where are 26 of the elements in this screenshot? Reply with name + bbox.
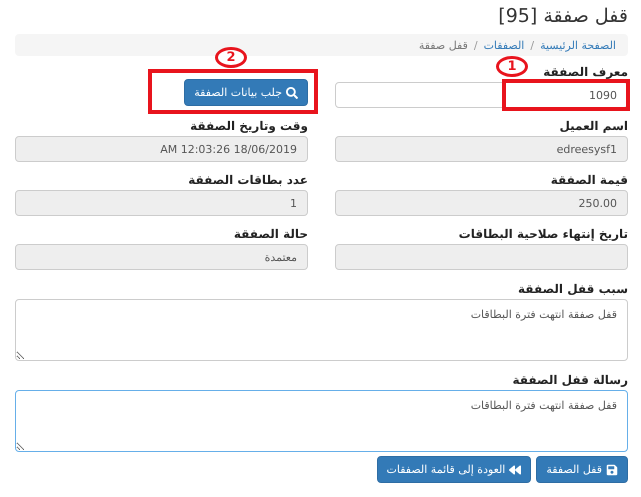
field-label: معرف الصفقة: [543, 65, 628, 79]
text-field[interactable]: 1090: [335, 82, 628, 108]
breadcrumb-current: قفل صفقة: [418, 38, 468, 52]
text-area[interactable]: قفل صفقة انتهت فترة البطاقات: [15, 390, 628, 452]
breadcrumb-link[interactable]: الصفقات: [484, 38, 524, 52]
backward-icon: [509, 464, 522, 476]
save-button[interactable]: قفل الصفقة: [536, 456, 628, 483]
field-label: قيمة الصفقة: [550, 173, 628, 187]
breadcrumb-separator: /: [530, 38, 534, 52]
fetch-button[interactable]: جلب بيانات الصفقة: [184, 79, 308, 106]
annotation-marker: 2: [215, 47, 247, 68]
field-label: اسم العميل: [559, 119, 628, 133]
search-icon: [286, 86, 298, 98]
field-label: حالة الصفقة: [234, 227, 308, 241]
page-title: قفل صفقة [95]: [498, 4, 628, 29]
breadcrumb-separator: /: [474, 38, 478, 52]
field-label: عدد بطاقات الصفقة: [188, 173, 308, 187]
field-label: تاريخ إنتهاء صلاحية البطاقات: [458, 227, 628, 241]
breadcrumb-link[interactable]: الصفحة الرئيسية: [540, 38, 616, 52]
text-area[interactable]: قفل صفقة انتهت فترة البطاقات: [15, 299, 628, 361]
field-label: وقت وتاريخ الصفقة: [190, 119, 308, 133]
back-button[interactable]: العودة إلى قائمة الصفقات: [376, 456, 532, 483]
annotation-marker: 1: [496, 56, 528, 77]
save-icon: [606, 464, 618, 476]
field-label: رسالة قفل الصفقة: [512, 373, 628, 387]
field-label: سبب قفل الصفقة: [518, 282, 628, 296]
